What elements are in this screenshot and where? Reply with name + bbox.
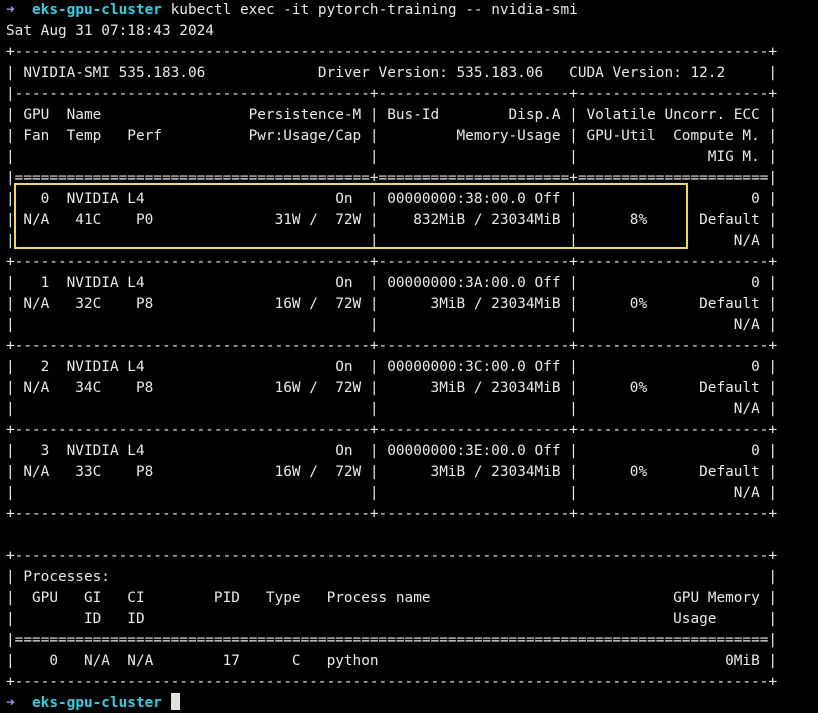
command-text: kubectl exec -it pytorch-training -- nvi… (170, 2, 578, 18)
prompt-hostname: eks-gpu-cluster (32, 2, 162, 18)
terminal-window[interactable]: ➜ eks-gpu-cluster kubectl exec -it pytor… (0, 0, 818, 713)
gpu-3-row: | | | N/A | (6, 485, 778, 501)
command-output: Sat Aug 31 07:18:43 2024 +--------------… (6, 21, 818, 693)
processes-table: | ID ID Usage | (6, 611, 778, 627)
text-cursor (170, 693, 180, 710)
processes-table: +---------------------------------------… (6, 674, 778, 690)
output-line: Sat Aug 31 07:18:43 2024 (6, 23, 214, 39)
output-line: |=======================================… (6, 170, 778, 186)
prompt-arrow-icon: ➜ (6, 695, 15, 711)
processes-table: +---------------------------------------… (6, 548, 778, 564)
gpu-1-row: | | | N/A | (6, 317, 778, 333)
output-line: |---------------------------------------… (6, 86, 778, 102)
prompt-hostname: eks-gpu-cluster (32, 695, 162, 711)
gpu-2-row: | | | N/A | (6, 401, 778, 417)
process-row: | 0 N/A N/A 17 C python 0MiB | (6, 653, 778, 669)
final-prompt-line[interactable]: ➜ eks-gpu-cluster (6, 693, 818, 713)
gpu-3-row: | N/A 33C P8 16W / 72W | 3MiB / 23034MiB… (6, 464, 778, 480)
gpu-3-row: | 3 NVIDIA L4 On | 00000000:3E:00.0 Off … (6, 443, 778, 459)
gpu-0-row: | | | N/A | (6, 233, 778, 249)
processes-table: | GPU GI CI PID Type Process name GPU Me… (6, 590, 778, 606)
gpu-2-row: | 2 NVIDIA L4 On | 00000000:3C:00.0 Off … (6, 359, 778, 375)
prompt-arrow-icon: ➜ (6, 2, 15, 18)
processes-table: | Processes: | (6, 569, 778, 585)
output-line: +---------------------------------------… (6, 44, 778, 60)
output-line: | NVIDIA-SMI 535.183.06 Driver Version: … (6, 65, 778, 81)
output-line: +---------------------------------------… (6, 506, 778, 522)
gpu-1-row: | 1 NVIDIA L4 On | 00000000:3A:00.0 Off … (6, 275, 778, 291)
command-prompt-line: ➜ eks-gpu-cluster kubectl exec -it pytor… (6, 0, 818, 21)
output-line: +---------------------------------------… (6, 338, 778, 354)
processes-table: |=======================================… (6, 632, 778, 648)
output-line: +---------------------------------------… (6, 254, 778, 270)
gpu-0-row: | 0 NVIDIA L4 On | 00000000:38:00.0 Off … (6, 191, 778, 207)
output-line: | Fan Temp Perf Pwr:Usage/Cap | Memory-U… (6, 128, 778, 144)
output-line: | GPU Name Persistence-M | Bus-Id Disp.A… (6, 107, 778, 123)
gpu-2-row: | N/A 34C P8 16W / 72W | 3MiB / 23034MiB… (6, 380, 778, 396)
output-line: | | | MIG M. | (6, 149, 778, 165)
output-line: +---------------------------------------… (6, 422, 778, 438)
gpu-1-row: | N/A 32C P8 16W / 72W | 3MiB / 23034MiB… (6, 296, 778, 312)
gpu-0-row: | N/A 41C P0 31W / 72W | 832MiB / 23034M… (6, 212, 778, 228)
